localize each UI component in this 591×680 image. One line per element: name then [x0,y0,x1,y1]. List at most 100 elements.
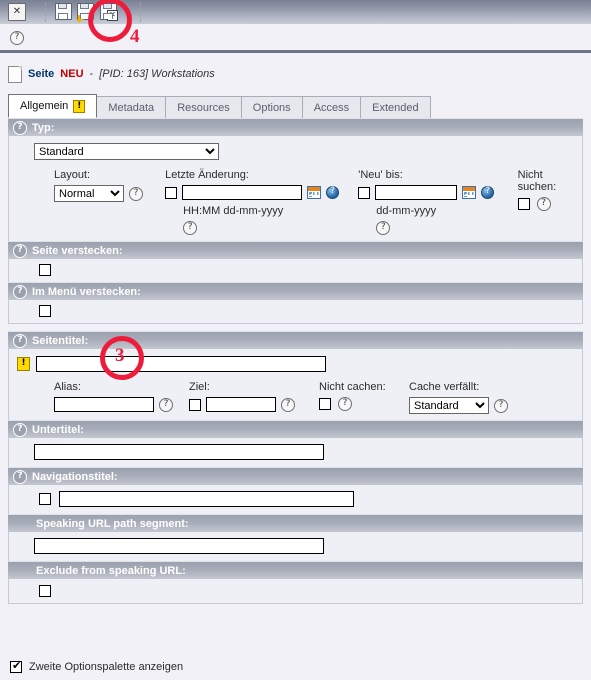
nocache-checkbox[interactable] [319,398,331,410]
help-icon-nocache[interactable]: ? [338,397,352,411]
warning-icon: ! [73,99,86,113]
save-and-view-button[interactable] [73,3,95,24]
navtitle-checkbox[interactable] [39,493,51,505]
section-body-hide-page [8,259,583,282]
target-label: Ziel: [189,381,210,393]
speaking-url-input[interactable] [34,538,324,554]
help-icon-newuntil[interactable]: ? [376,221,391,235]
help-icon-subtitle[interactable]: ? [13,422,27,437]
tab-access-label: Access [313,101,350,114]
layout-select[interactable]: Normal [54,185,124,202]
help-icon-cache-expires[interactable]: ? [494,398,508,413]
lastchange-checkbox[interactable] [165,186,178,199]
help-icon-alias[interactable]: ? [159,397,173,412]
section-header-typ: ? Typ: [8,118,583,136]
tab-resources-label: Resources [177,101,230,114]
cache-expires-label: Cache verfällt: [409,381,480,393]
toolbar-secondary-row: ? [0,24,591,51]
form-tab-bar: Allgemein ! Metadata Resources Options A… [8,94,583,119]
cache-expires-select[interactable]: Standard [409,397,489,414]
tab-options[interactable]: Options [240,96,303,118]
page-edit-form: ? Typ: Standard Layout: Normal ? Letzte [8,118,583,604]
help-icon-title[interactable]: ? [13,333,27,348]
record-title-separator: - [89,68,94,80]
section-header-hide-page: ? Seite verstecken: [8,241,583,259]
second-palette-checkbox[interactable] [10,659,22,673]
section-body-navtitle [8,485,583,514]
target-input[interactable] [206,397,276,412]
newuntil-format-hint: dd-mm-yyyy [376,205,437,217]
hide-menu-checkbox[interactable] [39,305,51,317]
section-body-speaking-url [8,532,583,561]
newuntil-input[interactable] [375,185,458,200]
help-icon[interactable]: ? [10,31,24,45]
arrow-badge-icon [73,11,87,24]
tab-extended[interactable]: Extended [360,96,431,118]
save-and-close-button[interactable]: ✕ [100,3,118,21]
nosearch-label: Nicht suchen: [517,169,557,193]
layout-label: Layout: [54,169,91,181]
nocache-label: Nicht cachen: [319,381,386,393]
tab-allgemein-label: Allgemein [20,100,69,112]
tab-metadata-label: Metadata [108,101,155,114]
info-icon-newuntil[interactable] [481,186,495,199]
page-icon [8,65,22,83]
lastchange-input[interactable] [182,185,303,200]
section-body-title: ! Alias: ? Ziel: ? Nicht cachen: ? Cache… [8,349,583,420]
help-icon-typ[interactable]: ? [13,120,27,135]
calendar-icon-newuntil[interactable] [462,186,477,199]
record-new-label: NEU [60,68,84,80]
subtitle-input[interactable] [34,444,324,460]
section-navtitle-label: Navigationstitel: [32,470,118,483]
navtitle-input[interactable] [59,491,354,507]
page-title-input[interactable] [36,356,326,372]
target-checkbox[interactable] [189,398,201,411]
section-header-hide-menu: ? Im Menü verstecken: [8,282,583,300]
save-close-icon: ✕ [100,3,118,21]
info-icon-lastchange[interactable] [326,186,340,199]
section-title-label: Seitentitel: [32,334,89,347]
help-icon-hide-menu[interactable]: ? [13,284,27,299]
help-icon-layout[interactable]: ? [129,186,143,201]
page-type-select[interactable]: Standard [34,143,219,160]
section-header-title: ? Seitentitel: [8,331,583,349]
exclude-url-checkbox[interactable] [39,585,51,597]
help-icon-hide-page[interactable]: ? [13,243,27,258]
section-typ-label: Typ: [32,121,55,134]
document-header-toolbar: ✕ ✕ [0,0,591,25]
section-body-hide-menu [8,300,583,324]
calendar-icon-lastchange[interactable] [307,186,322,199]
section-header-subtitle: ? Untertitel: [8,420,583,438]
close-button[interactable]: ✕ [8,3,26,21]
second-palette-label: Zweite Optionspalette anzeigen [29,661,184,673]
section-speaking-url-label: Speaking URL path segment: [36,517,189,530]
toolbar-divider-2 [140,2,142,22]
section-header-navtitle: ? Navigationstitel: [8,467,583,485]
alias-input[interactable] [54,397,154,412]
tab-resources[interactable]: Resources [165,96,242,118]
lastchange-format-hint: HH:MM dd-mm-yyyy [183,205,284,217]
second-palette-row: Zweite Optionspalette anzeigen [10,659,184,673]
section-subtitle-label: Untertitel: [32,423,84,436]
record-title-bar: Seite NEU - [PID: 163] Workstations [8,64,583,84]
record-type-label: Seite [28,68,55,80]
nosearch-checkbox[interactable] [517,198,530,210]
help-icon-lastchange[interactable]: ? [183,221,198,235]
newuntil-checkbox[interactable] [358,186,371,199]
save-button[interactable] [55,3,73,21]
required-field-icon: ! [17,357,30,371]
x-badge-icon: ✕ [107,10,118,21]
tab-access[interactable]: Access [301,96,362,118]
help-icon-nosearch[interactable]: ? [536,197,551,211]
tab-allgemein[interactable]: Allgemein ! [8,94,98,118]
record-pid-label: [PID: 163] Workstations [99,68,215,80]
toolbar-divider-1 [45,2,47,22]
section-body-exclude-url [8,579,583,604]
hide-page-checkbox[interactable] [39,264,51,276]
section-header-speaking-url: Speaking URL path segment: [8,514,583,532]
tab-metadata[interactable]: Metadata [96,96,167,118]
newuntil-label: 'Neu' bis: [358,169,403,181]
help-icon-navtitle[interactable]: ? [13,469,27,484]
help-icon-target[interactable]: ? [281,397,295,412]
